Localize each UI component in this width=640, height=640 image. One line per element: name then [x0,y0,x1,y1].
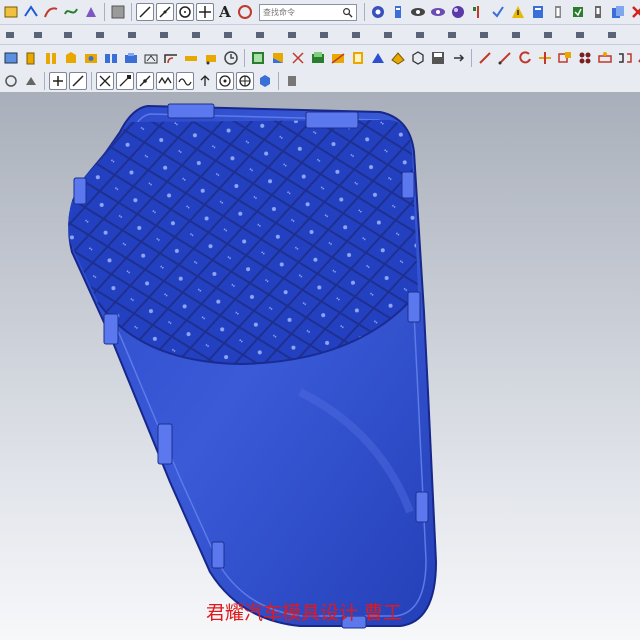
section-icon[interactable] [449,49,467,67]
car-grille-part-model[interactable] [0,92,640,640]
toolbar-row-1: A [0,0,640,24]
graphics-viewport[interactable] [0,92,640,640]
sheet-icon[interactable] [202,49,220,67]
extrude-icon[interactable] [22,49,40,67]
search-icon[interactable] [342,7,353,18]
toolbar-separator [104,3,105,21]
revolve-icon[interactable] [42,49,60,67]
measure-icon[interactable] [389,3,407,21]
target-icon[interactable] [236,72,254,90]
toolbar-row-2 [0,45,640,71]
spline-icon[interactable] [62,3,80,21]
render-icon[interactable] [449,3,467,21]
toolbar-separator [91,72,92,90]
sketch-icon[interactable] [22,3,40,21]
layer-toggle-icon[interactable] [283,72,301,90]
edit-icon[interactable] [569,3,587,21]
watermark-text: 君耀汽车模具设计 曹工 [206,602,403,624]
rib-icon[interactable] [122,49,140,67]
check-icon[interactable] [489,3,507,21]
analysis-icon[interactable] [409,3,427,21]
cube-icon[interactable] [2,72,20,90]
toolbar-strip [0,24,640,45]
arrow-up-icon[interactable] [196,72,214,90]
end-snap-icon[interactable] [116,72,134,90]
toolbar-separator [364,3,365,21]
shell-icon[interactable] [62,49,80,67]
boolean-icon[interactable] [309,49,327,67]
toolbar-separator [278,72,279,90]
grid-icon[interactable] [529,3,547,21]
circle-dot-icon[interactable] [216,72,234,90]
line-tool-icon[interactable] [496,49,514,67]
edge-icon[interactable] [289,49,307,67]
filter-icon[interactable] [176,72,194,90]
body-icon[interactable] [389,49,407,67]
blend-icon[interactable] [556,49,574,67]
draft-icon[interactable] [142,49,160,67]
display-icon[interactable] [429,3,447,21]
circle-target-icon[interactable] [236,3,254,21]
image-icon[interactable] [249,49,267,67]
copy-icon[interactable] [609,3,627,21]
offset-icon[interactable] [349,49,367,67]
search-box[interactable] [259,3,357,21]
toolbar-separator [44,72,45,90]
snap-icon[interactable] [82,3,100,21]
search-input[interactable] [263,7,339,17]
surface-icon[interactable] [576,49,594,67]
bridge-icon[interactable] [636,49,640,67]
toolbar-area: A [0,0,640,93]
pattern-icon[interactable] [102,49,120,67]
toolbar-strip-icons [6,31,616,38]
display-mode-icon[interactable] [256,72,274,90]
arc-icon[interactable] [156,3,174,21]
face-icon[interactable] [596,49,614,67]
delete-icon[interactable] [629,3,640,21]
toolbar-separator [244,49,245,67]
vertex-snap-icon[interactable] [96,72,114,90]
chamfer-icon[interactable] [222,49,240,67]
plus-icon[interactable] [49,72,67,90]
save-icon[interactable] [429,49,447,67]
wave-icon[interactable] [156,72,174,90]
text-icon[interactable]: A [216,3,234,21]
rotate-icon[interactable] [516,49,534,67]
curve-icon[interactable] [42,3,60,21]
warning-icon[interactable] [509,3,527,21]
thicken-icon[interactable] [369,49,387,67]
sew-icon[interactable] [409,49,427,67]
measure-distance-icon[interactable] [182,49,200,67]
shape-icon[interactable] [22,72,40,90]
layer-settings-icon[interactable] [616,49,634,67]
toolbar-separator [471,49,472,67]
slash-icon[interactable] [69,72,87,90]
toolbar-row-3 [0,71,640,91]
circle-icon[interactable] [176,3,194,21]
toolbar-separator [131,3,132,21]
window-icon[interactable] [2,49,20,67]
palette-icon[interactable] [269,49,287,67]
view-icon[interactable] [369,3,387,21]
line-icon[interactable] [136,3,154,21]
mid-snap-icon[interactable] [136,72,154,90]
mirror-icon[interactable] [549,3,567,21]
point-icon[interactable] [196,3,214,21]
settings-icon[interactable] [589,3,607,21]
color-box-icon[interactable] [109,3,127,21]
split-icon[interactable] [536,49,554,67]
fillet-icon[interactable] [162,49,180,67]
trim-icon[interactable] [329,49,347,67]
curve-edit-icon[interactable] [476,49,494,67]
tool-icon[interactable] [469,3,487,21]
layer-icon[interactable] [2,3,20,21]
hole-icon[interactable] [82,49,100,67]
